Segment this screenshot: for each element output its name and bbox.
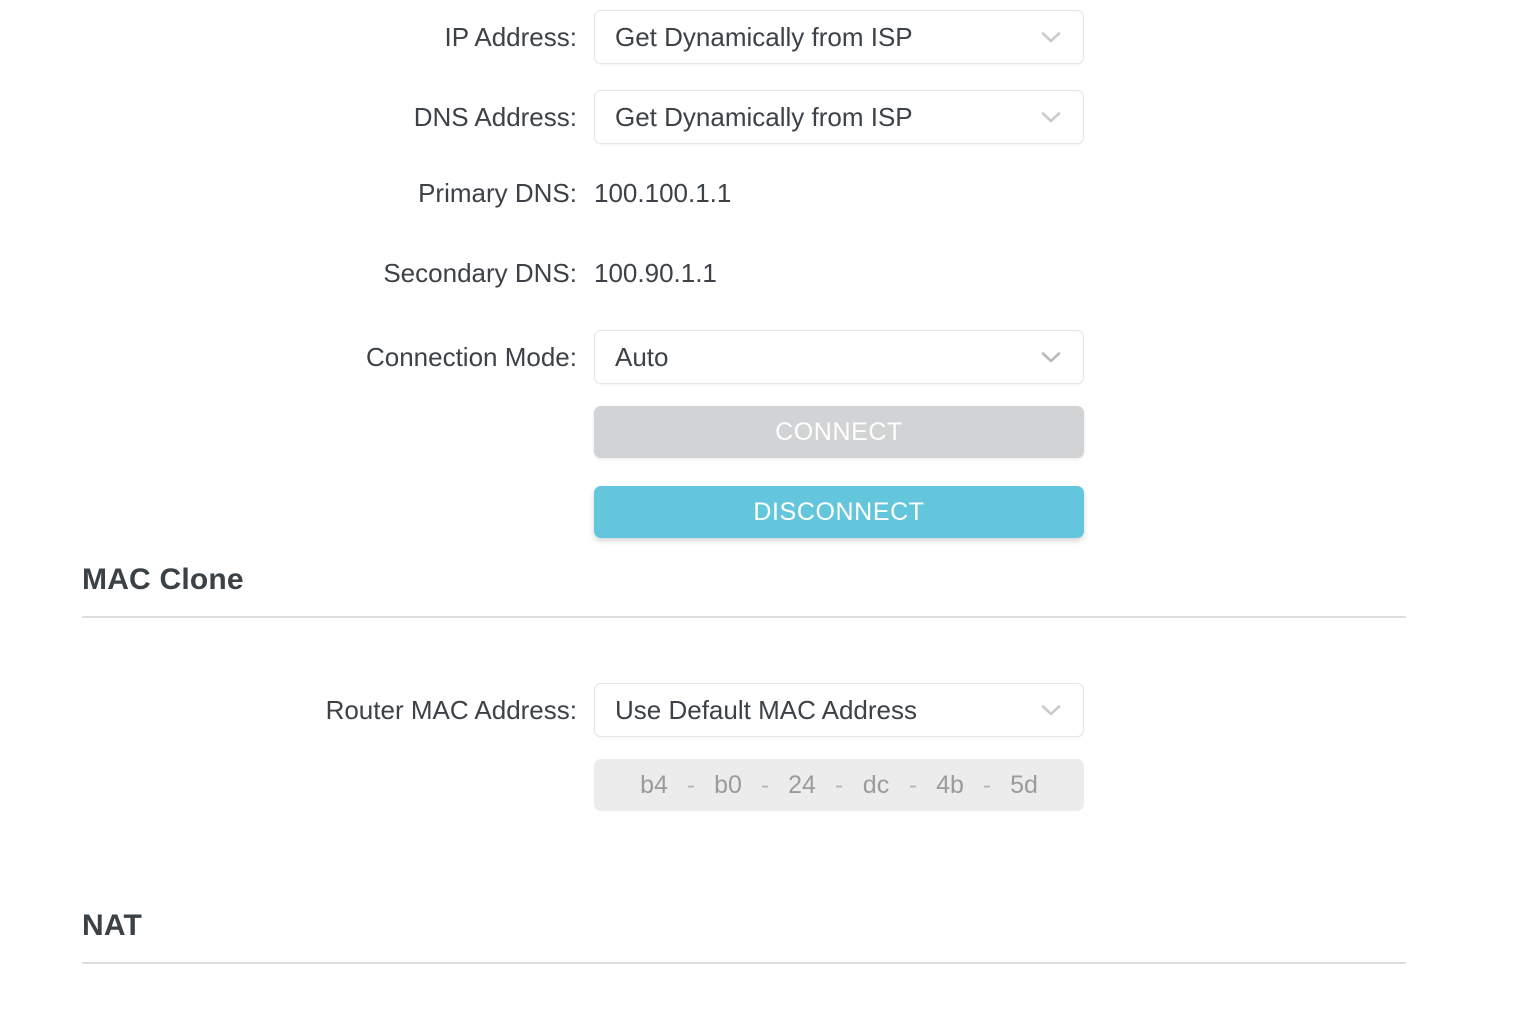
ip-address-control: Get Dynamically from ISP xyxy=(594,10,1084,64)
disconnect-button[interactable]: DISCONNECT xyxy=(594,486,1084,538)
mac-octet-4[interactable]: dc xyxy=(853,771,899,799)
nat-divider xyxy=(82,962,1406,964)
mac-clone-section-header: MAC Clone xyxy=(82,562,1406,618)
connect-button-wrap: CONNECT xyxy=(594,406,1084,458)
router-mac-address-select[interactable]: Use Default MAC Address xyxy=(594,683,1084,737)
mac-separator: - xyxy=(982,771,992,799)
mac-octet-5[interactable]: 4b xyxy=(927,771,973,799)
mac-separator: - xyxy=(686,771,696,799)
router-mac-address-label: Router MAC Address: xyxy=(325,695,577,725)
chevron-down-icon[interactable] xyxy=(1037,343,1065,371)
connection-mode-select[interactable]: Auto xyxy=(594,330,1084,384)
mac-separator: - xyxy=(760,771,770,799)
dns-address-label: DNS Address: xyxy=(413,102,577,132)
mac-octets-wrap: b4 - b0 - 24 - dc - 4b - 5d xyxy=(594,759,1084,811)
chevron-down-icon[interactable] xyxy=(1037,103,1065,131)
mac-clone-divider xyxy=(82,616,1406,618)
ip-address-select[interactable]: Get Dynamically from ISP xyxy=(594,10,1084,64)
primary-dns-label: Primary DNS: xyxy=(418,178,577,208)
dns-address-select-value: Get Dynamically from ISP xyxy=(615,102,913,132)
router-mac-address-control: Use Default MAC Address xyxy=(594,683,1084,737)
chevron-down-icon[interactable] xyxy=(1037,23,1065,51)
secondary-dns-control: 100.90.1.1 xyxy=(594,258,717,288)
secondary-dns-label: Secondary DNS: xyxy=(383,258,577,288)
ip-address-select-value: Get Dynamically from ISP xyxy=(615,22,913,52)
primary-dns-control: 100.100.1.1 xyxy=(594,178,731,208)
secondary-dns-value: 100.90.1.1 xyxy=(594,258,717,288)
connection-mode-label: Connection Mode: xyxy=(365,342,577,372)
mac-clone-title: MAC Clone xyxy=(82,563,244,596)
connection-mode-select-value: Auto xyxy=(615,342,669,372)
connect-button[interactable]: CONNECT xyxy=(594,406,1084,458)
dns-address-select[interactable]: Get Dynamically from ISP xyxy=(594,90,1084,144)
mac-octet-2[interactable]: b0 xyxy=(705,771,751,799)
mac-octet-3[interactable]: 24 xyxy=(779,771,825,799)
connection-mode-control: Auto xyxy=(594,330,1084,384)
disconnect-button-wrap: DISCONNECT xyxy=(594,486,1084,538)
mac-address-field[interactable]: b4 - b0 - 24 - dc - 4b - 5d xyxy=(594,759,1084,811)
router-wan-settings-page: IP Address: Get Dynamically from ISP DNS… xyxy=(0,0,1538,1025)
dns-address-control: Get Dynamically from ISP xyxy=(594,90,1084,144)
router-mac-address-select-value: Use Default MAC Address xyxy=(615,695,918,725)
ip-address-label: IP Address: xyxy=(444,22,578,52)
mac-separator: - xyxy=(834,771,844,799)
primary-dns-value: 100.100.1.1 xyxy=(594,178,732,208)
nat-section-header: NAT xyxy=(82,908,1406,964)
chevron-down-icon[interactable] xyxy=(1037,696,1065,724)
mac-separator: - xyxy=(908,771,918,799)
mac-octet-1[interactable]: b4 xyxy=(631,771,677,799)
mac-octet-6[interactable]: 5d xyxy=(1001,771,1047,799)
nat-title: NAT xyxy=(82,909,143,942)
